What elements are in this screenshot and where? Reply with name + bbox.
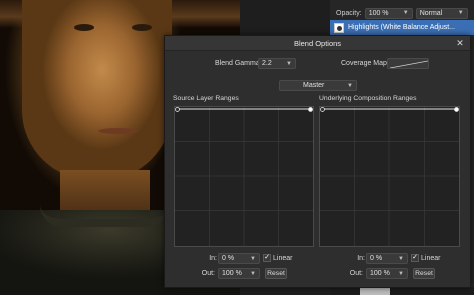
underlying-in-value: 0 % bbox=[370, 255, 383, 262]
color-swatch[interactable] bbox=[360, 287, 390, 295]
underlying-linear-checkbox[interactable]: ✓ bbox=[411, 254, 419, 262]
source-in-value: 0 % bbox=[222, 255, 235, 262]
source-ranges-title: Source Layer Ranges bbox=[173, 95, 239, 102]
underlying-out-value: 100 % bbox=[370, 270, 390, 277]
underlying-linear-label: Linear bbox=[421, 255, 441, 262]
close-icon[interactable]: ✕ bbox=[455, 38, 465, 48]
blend-gamma-dropdown[interactable]: 2.2 ▼ bbox=[258, 58, 296, 69]
underlying-out-dropdown[interactable]: 100 % ▼ bbox=[366, 268, 408, 279]
photo-eye-left bbox=[74, 24, 94, 31]
dialog-title: Blend Options bbox=[165, 36, 470, 51]
chevron-down-icon: ▼ bbox=[286, 60, 292, 67]
chevron-down-icon: ▼ bbox=[398, 270, 404, 277]
chevron-down-icon: ▼ bbox=[457, 10, 464, 16]
underlying-out-row: Out: 100 % ▼ Reset bbox=[315, 268, 470, 280]
underlying-curve-start-node[interactable] bbox=[320, 107, 325, 112]
photo-eye-right bbox=[132, 24, 152, 31]
chevron-down-icon: ▼ bbox=[250, 270, 256, 277]
channel-value: Master bbox=[303, 82, 325, 89]
chevron-down-icon: ▼ bbox=[402, 10, 409, 16]
underlying-ranges-graph[interactable] bbox=[319, 106, 460, 247]
underlying-in-dropdown[interactable]: 0 % ▼ bbox=[366, 253, 408, 264]
channel-dropdown[interactable]: Master ▼ bbox=[279, 80, 357, 91]
chevron-down-icon: ▼ bbox=[398, 255, 404, 262]
chevron-down-icon: ▼ bbox=[250, 255, 256, 262]
chevron-down-icon: ▼ bbox=[347, 82, 353, 89]
source-in-row: In: 0 % ▼ ✓ Linear bbox=[165, 253, 315, 265]
bottom-strip bbox=[330, 287, 474, 295]
blend-options-dialog: Blend Options ✕ Blend Gamma: 2.2 ▼ Cover… bbox=[164, 35, 471, 288]
photo-collar bbox=[40, 205, 170, 227]
source-in-dropdown[interactable]: 0 % ▼ bbox=[218, 253, 260, 264]
photo-face bbox=[22, 0, 172, 180]
gamma-row: Blend Gamma: 2.2 ▼ Coverage Map: bbox=[165, 58, 470, 70]
source-out-label: Out: bbox=[201, 270, 215, 277]
layer-controls-row: Opacity: 100 % ▼ Normal ▼ bbox=[330, 6, 474, 20]
source-out-dropdown[interactable]: 100 % ▼ bbox=[218, 268, 260, 279]
underlying-out-label: Out: bbox=[349, 270, 363, 277]
blend-gamma-label: Blend Gamma: bbox=[215, 60, 262, 67]
source-out-value: 100 % bbox=[222, 270, 242, 277]
underlying-ranges-title: Underlying Composition Ranges bbox=[319, 95, 417, 102]
source-curve-start-node[interactable] bbox=[175, 107, 180, 112]
adjustment-layer-icon bbox=[334, 22, 344, 33]
underlying-in-label: In: bbox=[357, 255, 365, 262]
source-ranges-graph[interactable] bbox=[174, 106, 314, 247]
underlying-reset-button[interactable]: Reset bbox=[413, 268, 435, 279]
source-in-label: In: bbox=[209, 255, 217, 262]
coverage-map-preview[interactable] bbox=[387, 58, 429, 69]
photo-mouth bbox=[98, 128, 138, 134]
opacity-dropdown[interactable]: 100 % ▼ bbox=[364, 7, 413, 19]
coverage-map-label: Coverage Map: bbox=[341, 60, 389, 67]
underlying-curve-end-node[interactable] bbox=[454, 107, 459, 112]
source-linear-checkbox[interactable]: ✓ bbox=[263, 254, 271, 262]
opacity-value: 100 % bbox=[368, 9, 389, 17]
layer-name: Highlights (White Balance Adjust... bbox=[348, 24, 455, 31]
blend-mode-value: Normal bbox=[419, 9, 443, 17]
blend-mode-dropdown[interactable]: Normal ▼ bbox=[415, 7, 468, 19]
source-linear-label: Linear bbox=[273, 255, 293, 262]
source-out-row: Out: 100 % ▼ Reset bbox=[165, 268, 315, 280]
underlying-in-row: In: 0 % ▼ ✓ Linear bbox=[315, 253, 470, 265]
source-curve-end-node[interactable] bbox=[308, 107, 313, 112]
opacity-label: Opacity: bbox=[336, 9, 362, 17]
blend-gamma-value: 2.2 bbox=[262, 60, 272, 67]
source-reset-button[interactable]: Reset bbox=[265, 268, 287, 279]
layer-row-highlights[interactable]: Highlights (White Balance Adjust... bbox=[330, 20, 474, 35]
